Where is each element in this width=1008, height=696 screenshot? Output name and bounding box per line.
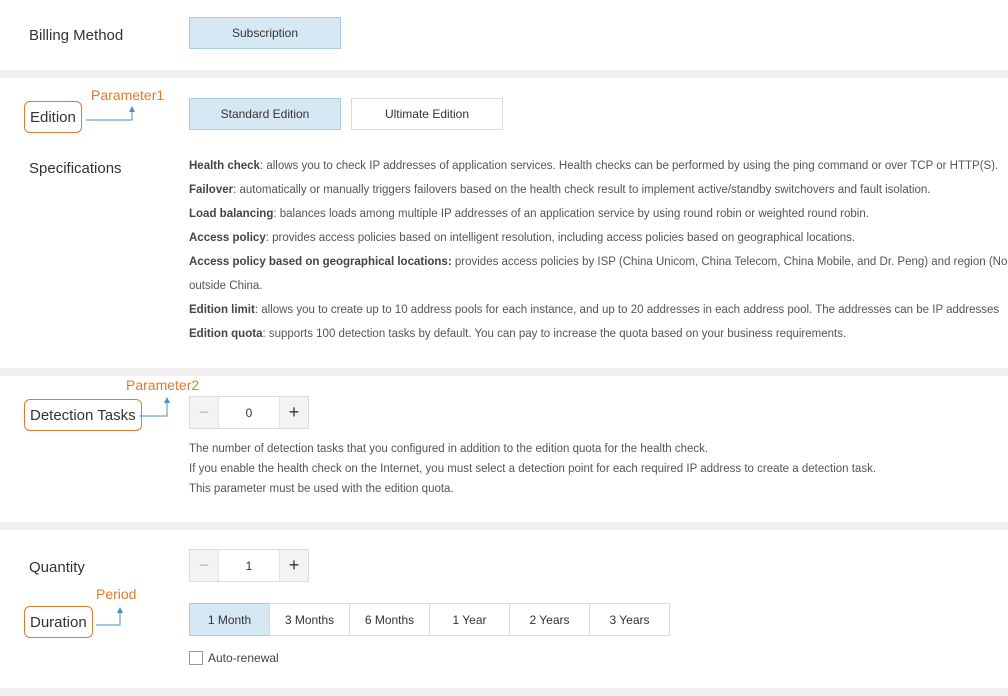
duration-3-years[interactable]: 3 Years (589, 603, 670, 636)
period-arrow-icon (96, 607, 123, 626)
duration-options: 1 Month 3 Months 6 Months 1 Year 2 Years… (189, 603, 670, 636)
quantity-stepper: − + (189, 549, 309, 582)
quantity-input[interactable] (219, 550, 279, 581)
spec-line-access-policy: Access policy: provides access policies … (189, 232, 856, 244)
edition-panel: Parameter1 Edition Standard Edition Ulti… (0, 78, 1008, 368)
duration-6-months[interactable]: 6 Months (349, 603, 430, 636)
parameter2-arrow-icon (139, 397, 170, 417)
duration-1-month[interactable]: 1 Month (189, 603, 270, 636)
duration-label: Duration (24, 606, 93, 638)
spec-line-failover: Failover: automatically or manually trig… (189, 184, 931, 196)
detection-note: This parameter must be used with the edi… (189, 483, 454, 495)
detection-increment-button[interactable]: + (279, 397, 308, 428)
spec-line-geo-access-policy: Access policy based on geographical loca… (189, 256, 1008, 268)
specifications-label: Specifications (29, 160, 122, 177)
auto-renewal-checkbox[interactable] (189, 651, 203, 665)
spec-line-edition-limit: Edition limit: allows you to create up t… (189, 304, 1000, 316)
detection-note: The number of detection tasks that you c… (189, 443, 709, 455)
detection-tasks-stepper: − + (189, 396, 309, 429)
quantity-increment-button[interactable]: + (279, 550, 308, 581)
detection-panel: Parameter2 Detection Tasks − + The numbe… (0, 376, 1008, 522)
detection-tasks-input[interactable] (219, 397, 279, 428)
quantity-decrement-button[interactable]: − (190, 550, 219, 581)
ultimate-edition-button[interactable]: Ultimate Edition (351, 98, 503, 130)
duration-3-months[interactable]: 3 Months (269, 603, 350, 636)
parameter1-annotation: Parameter1 (91, 87, 165, 103)
detection-tasks-label: Detection Tasks (24, 399, 142, 431)
standard-edition-button[interactable]: Standard Edition (189, 98, 341, 130)
duration-2-years[interactable]: 2 Years (509, 603, 590, 636)
spec-line-edition-quota: Edition quota: supports 100 detection ta… (189, 328, 847, 340)
subscription-button[interactable]: Subscription (189, 17, 341, 49)
parameter2-annotation: Parameter2 (126, 377, 200, 393)
auto-renewal-label: Auto-renewal (208, 651, 279, 665)
spec-line-geo-continued: outside China. (189, 280, 263, 292)
detection-decrement-button[interactable]: − (190, 397, 219, 428)
duration-1-year[interactable]: 1 Year (429, 603, 510, 636)
spec-line-health-check: Health check: allows you to check IP add… (189, 160, 999, 172)
detection-note: If you enable the health check on the In… (189, 463, 877, 475)
period-annotation: Period (96, 586, 137, 602)
quantity-label: Quantity (29, 559, 85, 576)
billing-panel: Billing Method Subscription (0, 0, 1008, 70)
parameter1-arrow-icon (86, 106, 135, 121)
edition-label: Edition (24, 101, 82, 133)
billing-method-label: Billing Method (29, 27, 124, 44)
auto-renewal-option[interactable]: Auto-renewal (189, 651, 279, 665)
spec-line-load-balancing: Load balancing: balances loads among mul… (189, 208, 869, 220)
